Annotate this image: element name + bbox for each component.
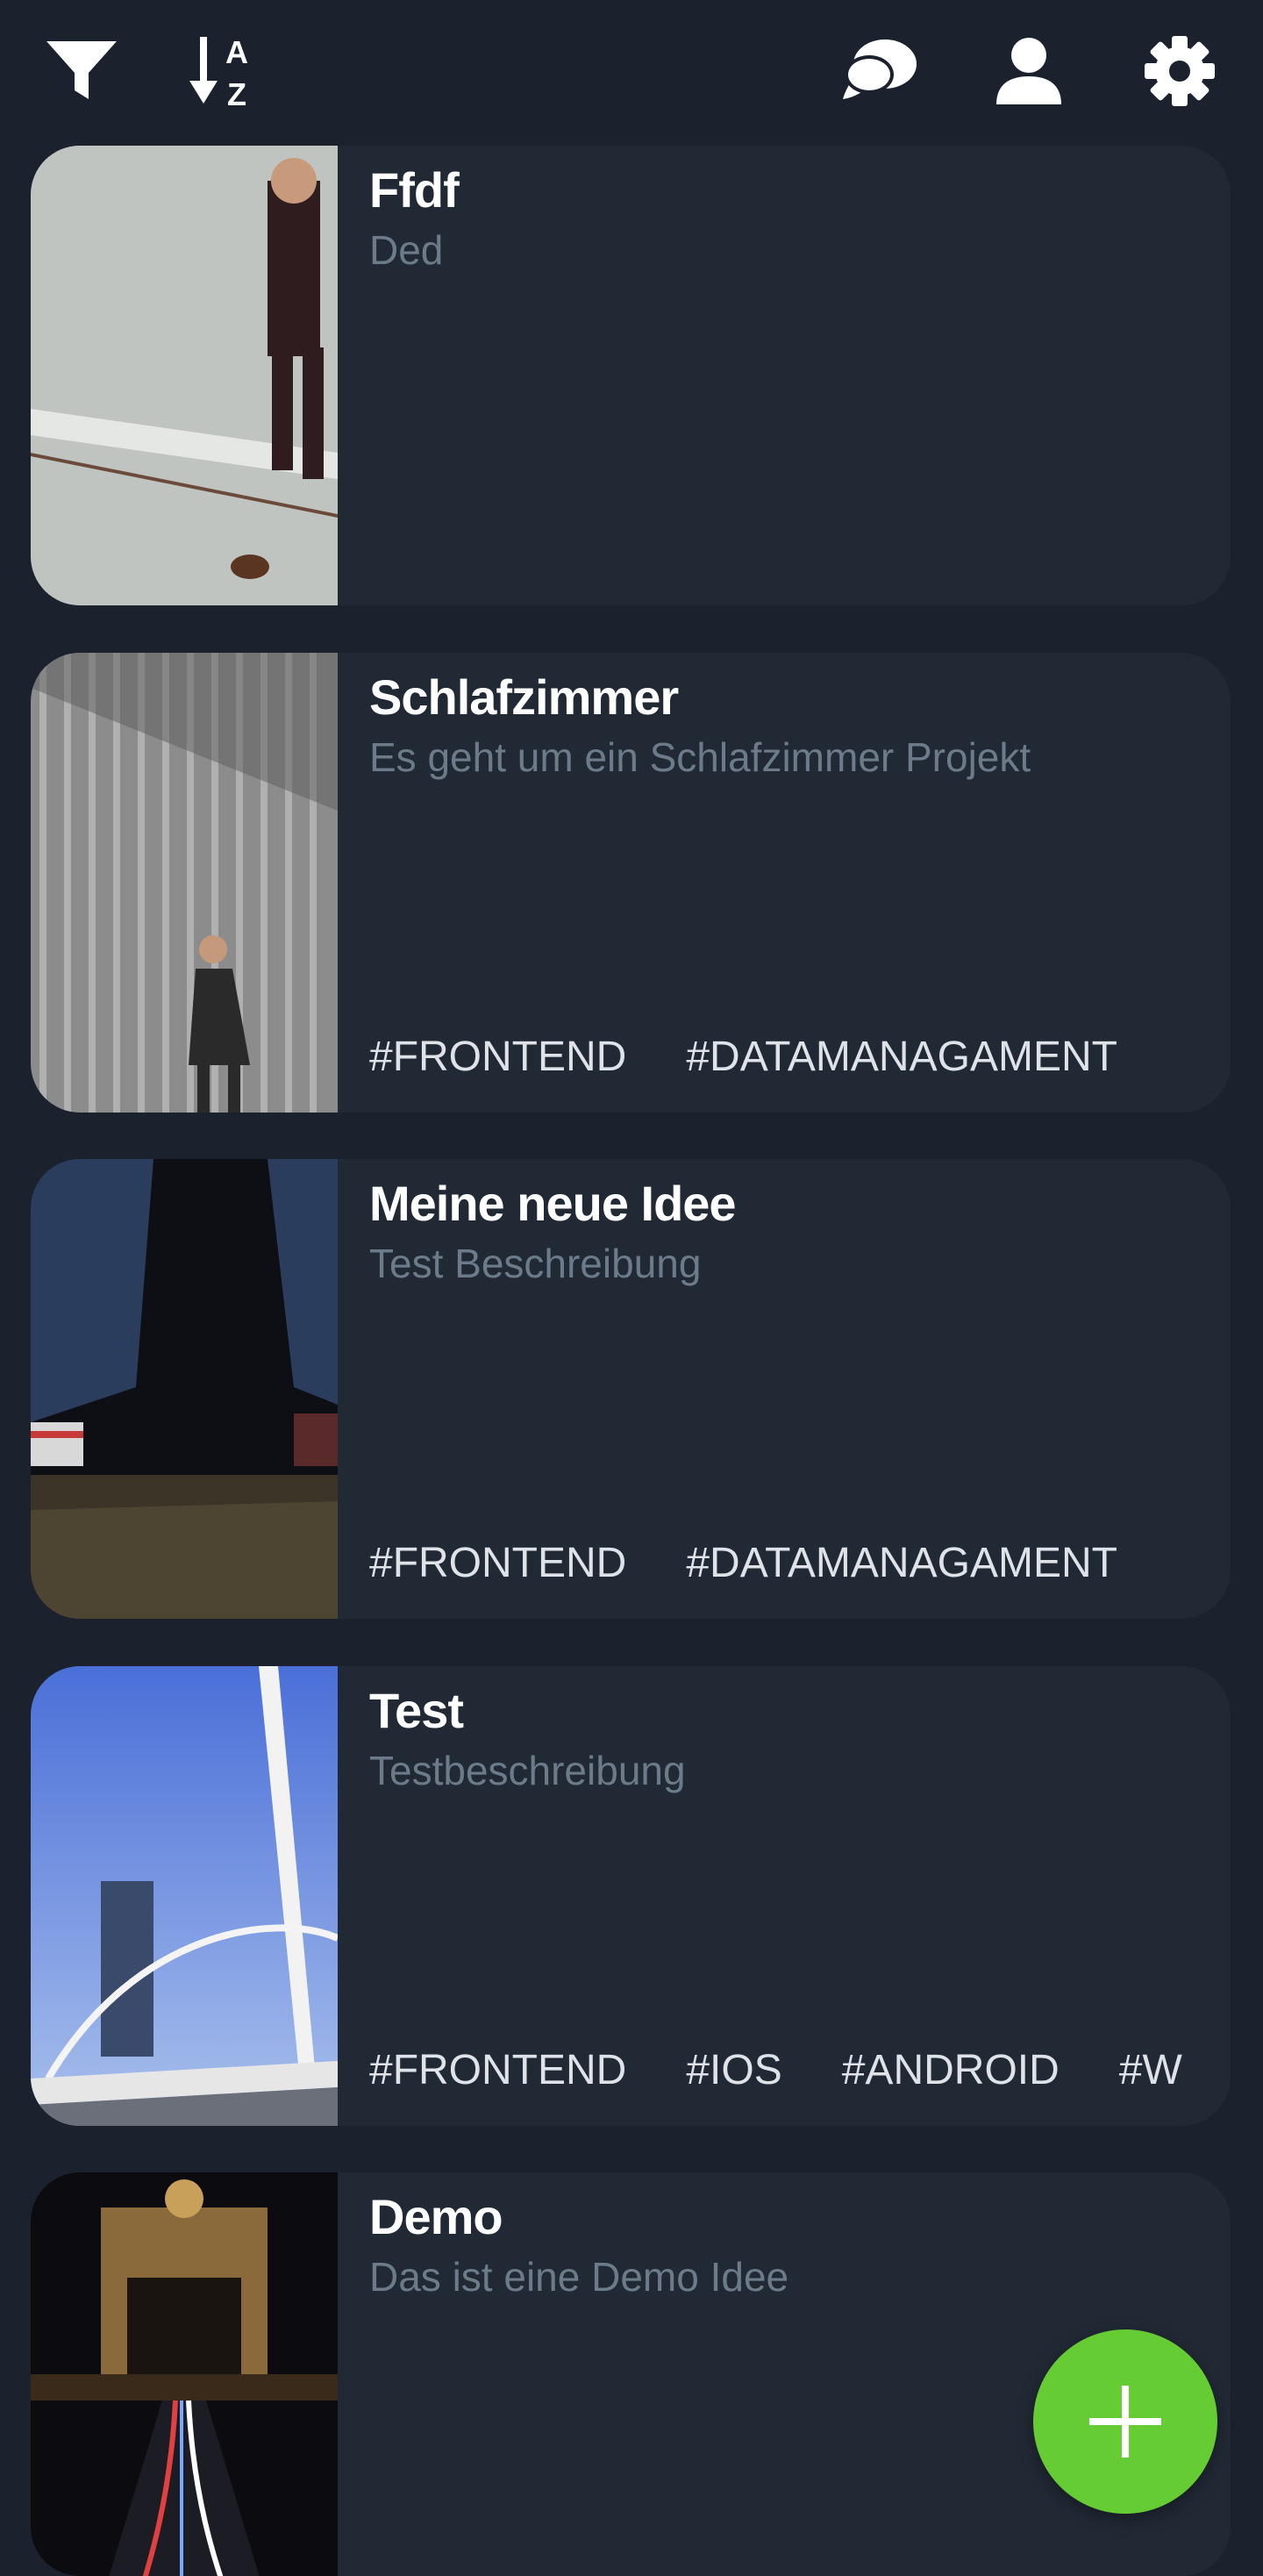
idea-card[interactable]: Meine neue Idee Test Beschreibung #FRONT… bbox=[31, 1159, 1231, 1619]
sort-letter-z: Z bbox=[227, 76, 246, 111]
idea-card[interactable]: Test Testbeschreibung #FRONTEND #IOS #ANDR… bbox=[31, 1666, 1231, 2126]
idea-thumbnail bbox=[31, 1159, 338, 1619]
idea-description: Das ist eine Demo Idee bbox=[369, 2254, 789, 2300]
idea-card[interactable]: Ffdf Ded bbox=[31, 146, 1231, 605]
tag[interactable]: #FRONTEND bbox=[369, 2046, 626, 2094]
idea-title: Demo bbox=[369, 2189, 503, 2244]
sort-letter-a: A bbox=[225, 34, 248, 70]
chat-bubbles-icon[interactable] bbox=[840, 32, 919, 111]
tag-list: #FRONTEND #IOS #ANDROID #W bbox=[369, 2046, 1195, 2094]
idea-description: Testbeschreibung bbox=[369, 1748, 686, 1793]
idea-description: Ded bbox=[369, 227, 444, 273]
idea-title: Test bbox=[369, 1683, 464, 1738]
idea-thumbnail bbox=[31, 146, 338, 605]
tag[interactable]: #W bbox=[1119, 2046, 1182, 2094]
filter-icon[interactable] bbox=[42, 32, 121, 111]
idea-description: Test Beschreibung bbox=[369, 1241, 702, 1286]
tag[interactable]: #FRONTEND bbox=[369, 1033, 626, 1081]
tag-list: #FRONTEND #DATAMANAGAMENT bbox=[369, 1539, 1195, 1587]
idea-thumbnail bbox=[31, 2172, 338, 2576]
top-toolbar: A Z bbox=[0, 0, 1263, 140]
add-idea-button[interactable] bbox=[1033, 2329, 1217, 2514]
tag[interactable]: #IOS bbox=[686, 2046, 781, 2094]
idea-title: Meine neue Idee bbox=[369, 1176, 737, 1231]
idea-title: Ffdf bbox=[369, 162, 460, 218]
plus-icon bbox=[1089, 2386, 1161, 2458]
tag[interactable]: #ANDROID bbox=[842, 2046, 1060, 2094]
tag-list: #FRONTEND #DATAMANAGAMENT bbox=[369, 1033, 1195, 1081]
sort-alpha-icon[interactable]: A Z bbox=[189, 32, 268, 111]
idea-title: Schlafzimmer bbox=[369, 669, 679, 725]
user-icon[interactable] bbox=[989, 32, 1068, 111]
tag[interactable]: #DATAMANAGAMENT bbox=[686, 1539, 1117, 1587]
idea-description: Es geht um ein Schlafzimmer Projekt bbox=[369, 734, 1031, 780]
idea-thumbnail bbox=[31, 1666, 338, 2126]
tag[interactable]: #FRONTEND bbox=[369, 1539, 626, 1587]
idea-thumbnail bbox=[31, 653, 338, 1113]
idea-card[interactable]: Schlafzimmer Es geht um ein Schlafzimmer… bbox=[31, 653, 1231, 1113]
tag[interactable]: #DATAMANAGAMENT bbox=[686, 1033, 1117, 1081]
gear-icon[interactable] bbox=[1140, 32, 1219, 111]
